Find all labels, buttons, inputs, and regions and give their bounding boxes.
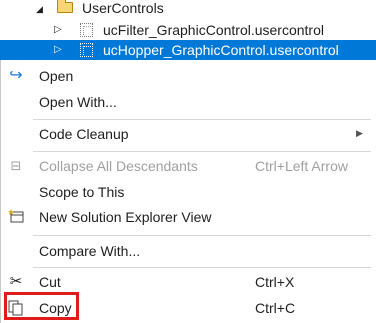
open-arrow-icon: ↪ (9, 67, 23, 84)
tree-folder-label: UserControls (82, 0, 164, 16)
tree-row-ucfilter[interactable]: ▷ ucFilter_GraphicControl.usercontrol (0, 20, 376, 40)
menu-item-new-view-label: New Solution Explorer View (39, 209, 212, 225)
menu-separator (33, 267, 371, 268)
tree-item-label: ucFilter_GraphicControl.usercontrol (103, 22, 324, 38)
solution-explorer-tree: ◢ UserControls ▷ ucFilter_GraphicControl… (0, 0, 376, 60)
menu-item-copy-shortcut: Ctrl+C (255, 300, 296, 316)
submenu-arrow-icon: ▶ (356, 128, 363, 138)
menu-separator (33, 119, 371, 120)
menu-item-code-cleanup[interactable]: Code Cleanup ▶ (1, 123, 376, 145)
menu-item-open-with-label: Open With... (39, 94, 117, 110)
menu-item-cut[interactable]: ✂ Cut Ctrl+X (1, 271, 376, 293)
collapse-all-icon: ⊟ (10, 158, 22, 173)
folder-icon (57, 0, 73, 13)
menu-item-scope-to-this[interactable]: Scope to This (1, 181, 376, 203)
usercontrol-file-icon (80, 43, 93, 57)
menu-item-cut-label: Cut (39, 274, 61, 290)
expanded-arrow-icon[interactable]: ◢ (36, 2, 43, 16)
menu-item-collapse-all: ⊟ Collapse All Descendants Ctrl+Left Arr… (1, 155, 376, 177)
menu-item-code-cleanup-label: Code Cleanup (39, 126, 129, 142)
menu-item-compare-with-label: Compare With... (39, 243, 141, 259)
context-menu: ↪ Open Open With... Code Cleanup ▶ ⊟ Col… (0, 60, 376, 323)
menu-item-open-with[interactable]: Open With... (1, 91, 376, 113)
menu-item-open[interactable]: ↪ Open (1, 65, 376, 87)
new-explorer-view-icon (7, 209, 25, 225)
menu-item-compare-with[interactable]: Compare With... (1, 240, 376, 262)
collapsed-arrow-icon[interactable]: ▷ (54, 23, 62, 37)
tree-row-usercontrols-folder[interactable]: ◢ UserControls (0, 0, 376, 18)
tree-item-label: ucHopper_GraphicControl.usercontrol (103, 42, 339, 58)
menu-separator (33, 235, 371, 236)
scissors-icon: ✂ (9, 273, 23, 290)
menu-item-collapse-all-shortcut: Ctrl+Left Arrow (255, 158, 348, 174)
menu-item-open-label: Open (39, 68, 74, 84)
menu-item-scope-to-this-label: Scope to This (39, 184, 125, 200)
menu-item-cut-shortcut: Ctrl+X (255, 274, 295, 290)
copy-highlight-box (4, 292, 79, 320)
menu-item-new-solution-explorer-view[interactable]: New Solution Explorer View (1, 206, 376, 228)
menu-item-collapse-all-label: Collapse All Descendants (39, 158, 198, 174)
solution-explorer-context-menu-screenshot: ◢ UserControls ▷ ucFilter_GraphicControl… (0, 0, 376, 323)
tree-row-uchopper-selected[interactable]: ▷ ucHopper_GraphicControl.usercontrol (0, 40, 376, 60)
menu-separator (33, 151, 371, 152)
usercontrol-file-icon (80, 23, 93, 37)
collapsed-arrow-icon[interactable]: ▷ (54, 43, 62, 57)
